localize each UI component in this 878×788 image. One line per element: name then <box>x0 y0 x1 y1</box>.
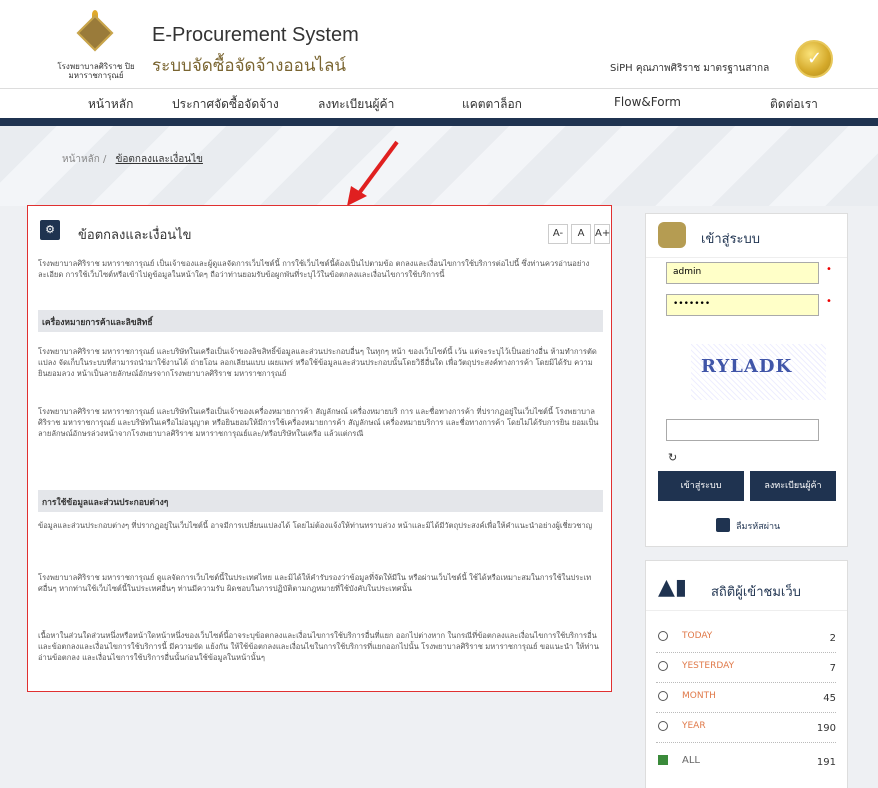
section-data-usage: การใช้ข้อมูลและส่วนประกอบต่างๆ <box>38 490 603 512</box>
terms-panel: ⚙ ข้อตกลงและเงื่อนไข A- A A+ โรงพยาบาลศิ… <box>27 205 612 692</box>
nav-home[interactable]: หน้าหลัก <box>88 95 133 114</box>
terms-title: ข้อตกลงและเงื่อนไข <box>78 228 192 243</box>
login-icon <box>658 222 686 248</box>
stats-header: ▲▮ สถิติผู้เข้าชมเว็บ <box>646 561 847 611</box>
siph-tagline: SiPH คุณภาพศิริราช มาตรฐานสากล <box>610 63 770 74</box>
required-marker: • <box>826 296 832 307</box>
nav-contact[interactable]: ติดต่อเรา <box>770 95 818 114</box>
stat-row-yesterday: YESTERDAY 7 <box>656 657 836 683</box>
terms-paragraph-4: โรงพยาบาลศิริราช มหาราชการุณย์ ดูแลจัดกา… <box>38 573 592 593</box>
stat-row-all: ALL 191 <box>656 751 836 777</box>
stat-row-today: TODAY 2 <box>656 627 836 653</box>
login-header: เข้าสู่ระบบ <box>646 214 847 258</box>
terms-icon: ⚙ <box>40 220 60 240</box>
chart-icon: ▲▮ <box>658 575 688 600</box>
breadcrumb-separator: / <box>103 154 107 165</box>
nav-vendor-register[interactable]: ลงทะเบียนผู้ค้า <box>318 95 394 114</box>
terms-paragraph-5: เนื้อหาในส่วนใดส่วนหนึ่งหรือหน้าใดหน้าหน… <box>38 631 599 662</box>
terms-paragraph-1: โรงพยาบาลศิริราช มหาราชการุณย์ และบริษัท… <box>38 347 597 378</box>
nav-catalog[interactable]: แคตตาล็อก <box>462 95 522 114</box>
breadcrumb: หน้าหลัก / ข้อตกลงและเงื่อนไข <box>62 152 203 167</box>
font-normal-button[interactable]: A <box>571 224 591 244</box>
username-field[interactable]: admin <box>666 262 819 284</box>
lock-icon <box>716 518 730 532</box>
section-trademark: เครื่องหมายการค้าและลิขสิทธิ์ <box>38 310 603 332</box>
clock-icon <box>658 691 668 701</box>
site-title-th: ระบบจัดซื้อจัดจ้างออนไลน์ <box>152 56 347 75</box>
login-title: เข้าสู่ระบบ <box>701 232 761 247</box>
font-decrease-button[interactable]: A- <box>548 224 568 244</box>
captcha-image: RYLADK <box>691 344 826 400</box>
stats-title: สถิติผู้เข้าชมเว็บ <box>711 585 801 600</box>
terms-paragraph-3: ข้อมูลและส่วนประกอบต่างๆ ที่ปรากฏอยู่ในเ… <box>38 521 593 530</box>
terms-panel-header: ⚙ ข้อตกลงและเงื่อนไข A- A A+ <box>28 206 611 256</box>
annotation-arrow <box>347 140 399 206</box>
forgot-password-link[interactable]: ลืมรหัสผ่าน <box>736 519 780 533</box>
terms-paragraph-2: โรงพยาบาลศิริราช มหาราชการุณย์ และบริษัท… <box>38 407 599 438</box>
breadcrumb-current[interactable]: ข้อตกลงและเงื่อนไข <box>116 154 203 165</box>
clock-icon <box>658 721 668 731</box>
refresh-captcha-icon[interactable]: ↻ <box>668 451 677 464</box>
hospital-logo[interactable]: โรงพยาบาลศิริราช ปิยมหาราชการุณย์ <box>57 10 135 82</box>
register-button[interactable]: ลงทะเบียนผู้ค้า <box>750 471 836 501</box>
nav-procurement-announce[interactable]: ประกาศจัดซื้อจัดจ้าง <box>172 95 279 114</box>
nav-bar-divider <box>0 118 878 126</box>
header: โรงพยาบาลศิริราช ปิยมหาราชการุณย์ E-Proc… <box>0 0 878 88</box>
visitor-stats-box: ▲▮ สถิติผู้เข้าชมเว็บ TODAY 2 YESTERDAY 7 … <box>645 560 848 788</box>
password-field[interactable]: ••••••• <box>666 294 819 316</box>
stat-row-month: MONTH 45 <box>656 687 836 713</box>
bar-chart-icon <box>658 755 668 765</box>
diamond-icon <box>76 14 114 52</box>
siph-badge-icon: ✓ <box>795 40 833 78</box>
nav-flow-form[interactable]: Flow&Form <box>614 95 681 109</box>
terms-intro: โรงพยาบาลศิริราช มหาราชการุณย์ เป็นเจ้าข… <box>38 259 590 279</box>
required-marker: • <box>826 264 832 275</box>
stat-row-year: YEAR 190 <box>656 717 836 743</box>
login-box: เข้าสู่ระบบ admin • ••••••• • RYLADK ↻ เ… <box>645 213 848 547</box>
font-increase-button[interactable]: A+ <box>594 224 610 244</box>
clock-icon <box>658 661 668 671</box>
site-title-en: E-Procurement System <box>152 24 359 46</box>
clock-icon <box>658 631 668 641</box>
breadcrumb-home[interactable]: หน้าหลัก <box>62 154 100 165</box>
captcha-input[interactable] <box>666 419 819 441</box>
main-nav: หน้าหลัก ประกาศจัดซื้อจัดจ้าง ลงทะเบียนผ… <box>0 88 878 118</box>
login-button[interactable]: เข้าสู่ระบบ <box>658 471 744 501</box>
logo-text: โรงพยาบาลศิริราช ปิยมหาราชการุณย์ <box>57 62 135 80</box>
